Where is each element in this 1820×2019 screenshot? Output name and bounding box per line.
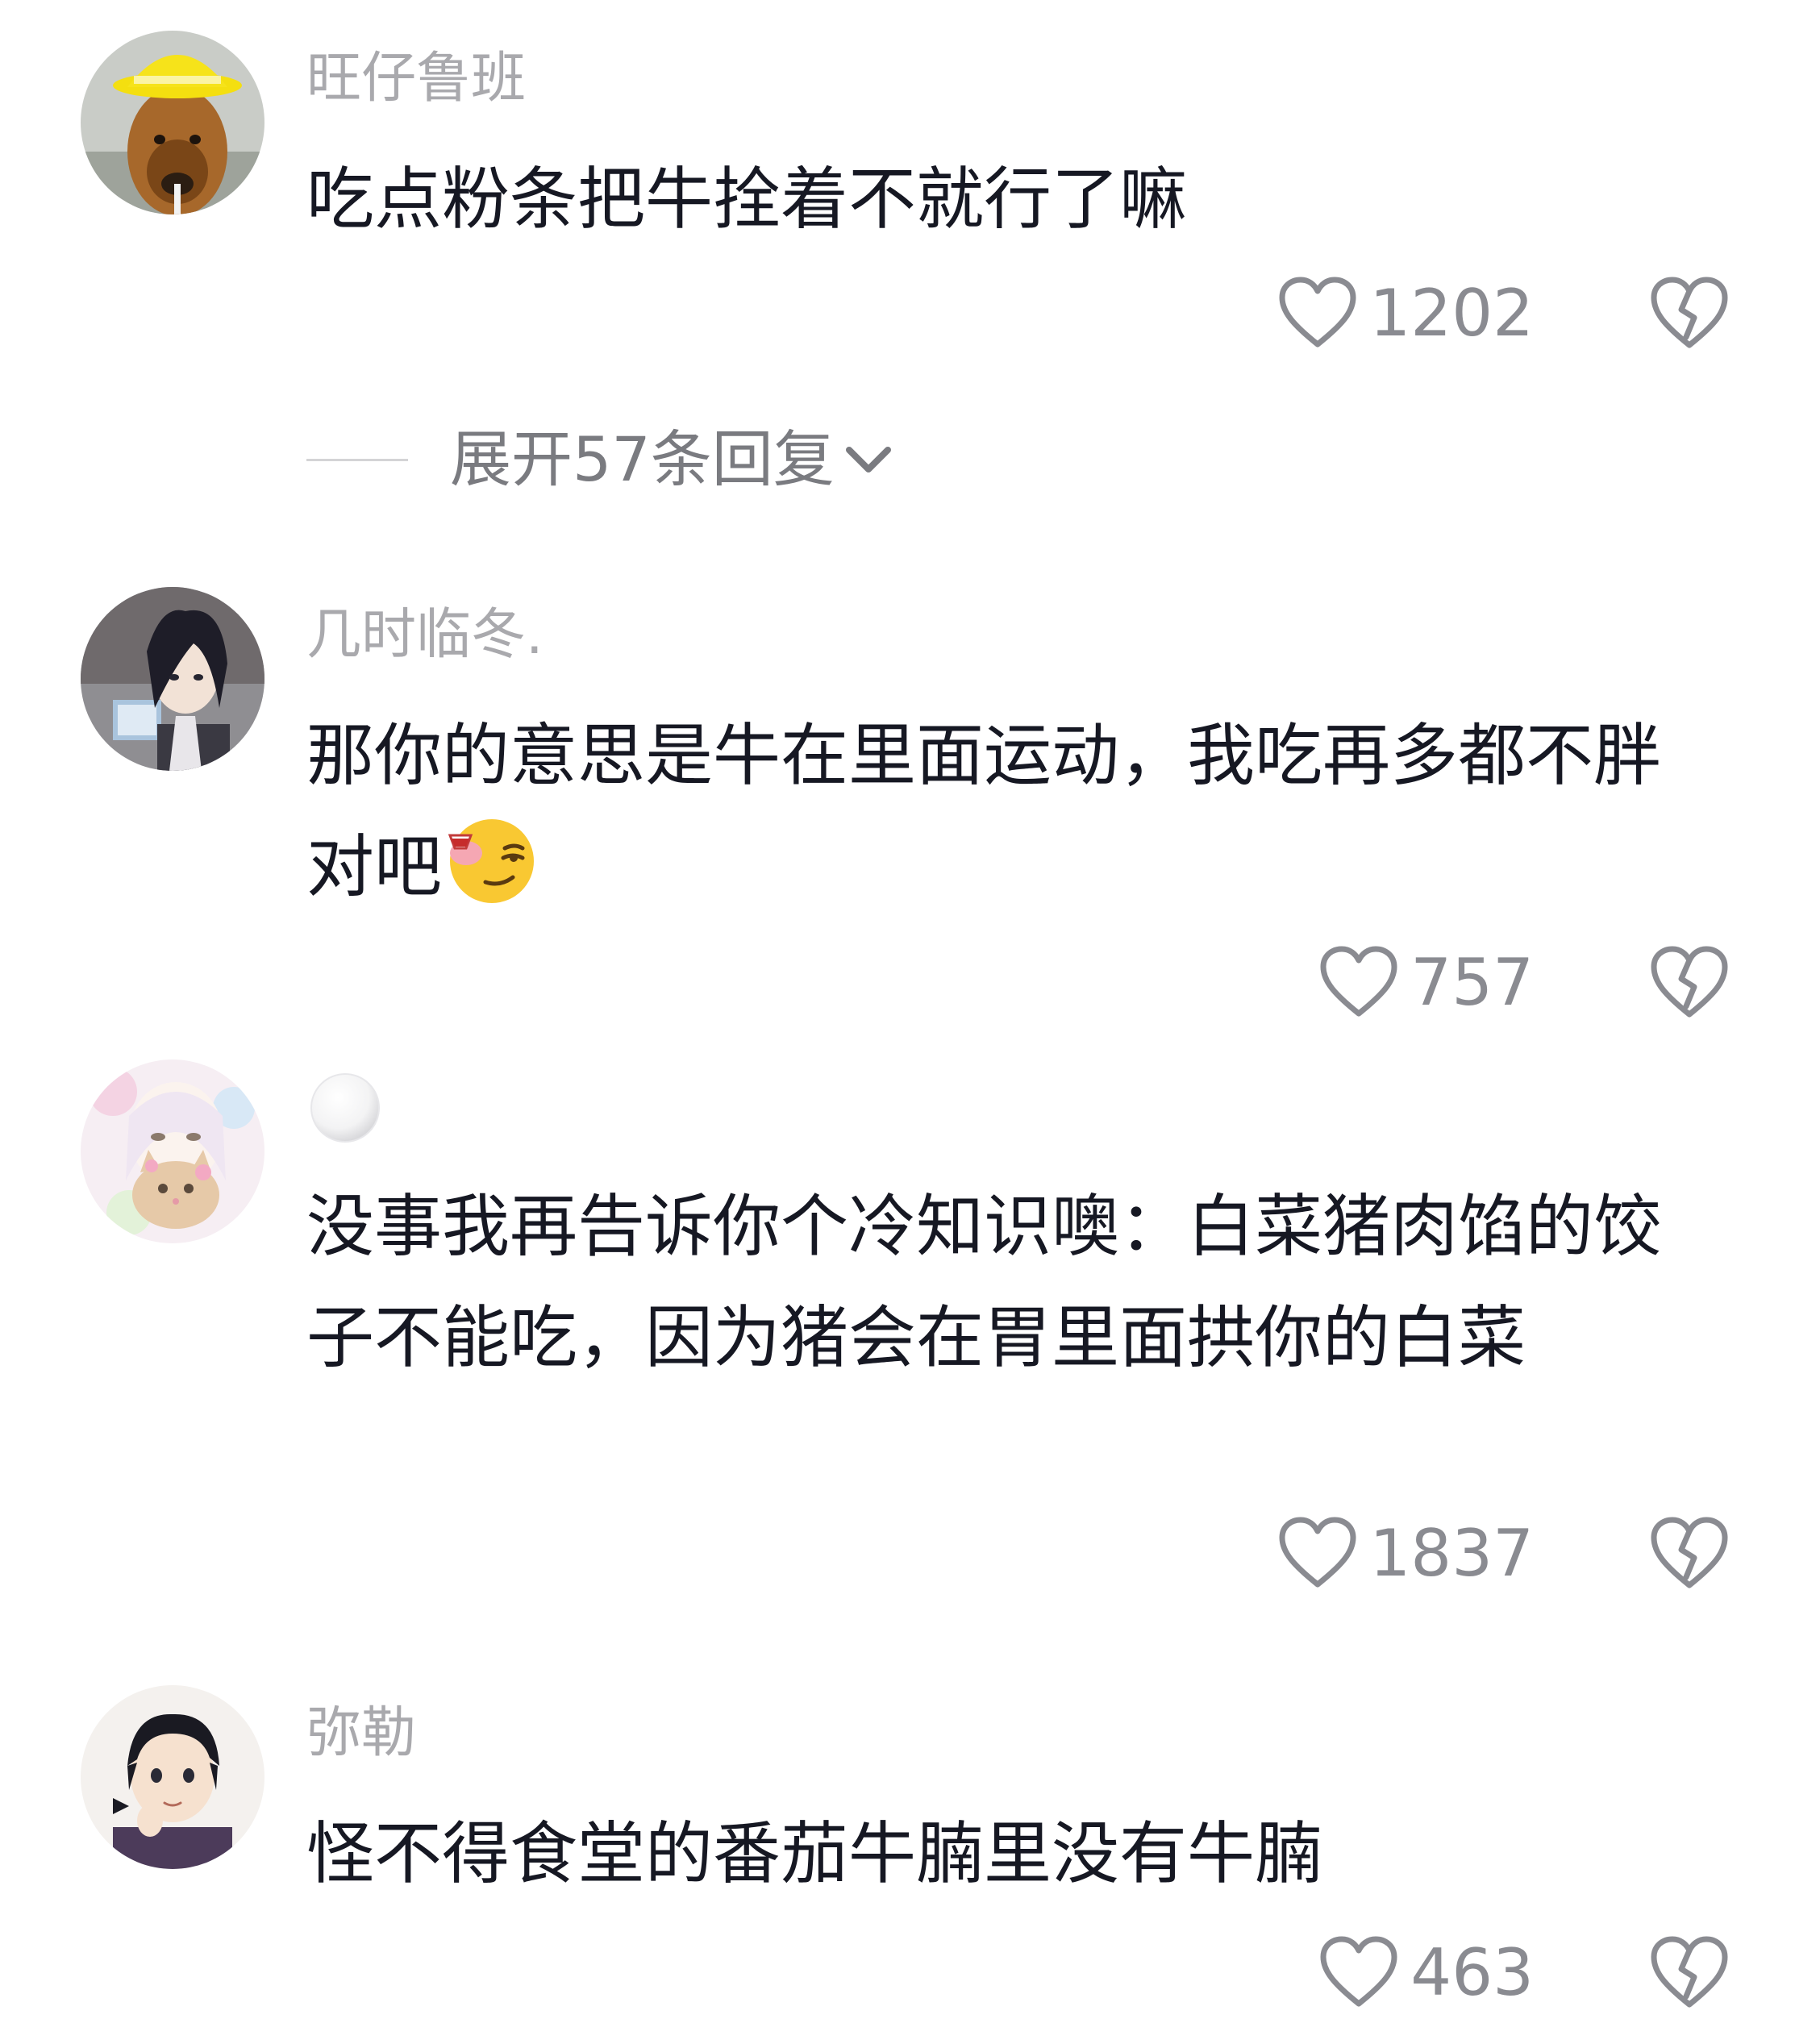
user-avatar[interactable]	[81, 1685, 264, 1869]
user-avatar[interactable]	[81, 587, 264, 771]
heart-outline-icon	[1279, 1517, 1356, 1588]
white-ball-icon[interactable]	[308, 1071, 382, 1145]
broken-heart-icon	[1651, 1517, 1728, 1588]
heart-outline-icon	[1279, 277, 1356, 348]
anime-boy-pose-avatar-icon	[81, 1685, 264, 1869]
comment-text: 吃点粉条把牛拴着不就行了嘛	[306, 160, 1188, 239]
dislike-button[interactable]	[1649, 942, 1730, 1022]
user-avatar[interactable]	[81, 1059, 264, 1243]
anime-boy-avatar-icon	[81, 587, 264, 771]
like-count: 463	[1410, 1935, 1534, 2010]
comment-text: 那你的意思是牛在里面运动，我吃再多都不胖对吧	[306, 700, 1693, 922]
heart-outline-icon	[1320, 1936, 1397, 2007]
like-count: 757	[1410, 945, 1534, 1020]
heart-outline-icon	[1320, 946, 1397, 1017]
chevron-down-icon	[845, 447, 891, 472]
comment-actions: 1837	[0, 1509, 1820, 1598]
expand-replies-button[interactable]: 展开57条回复	[306, 421, 898, 498]
comment-text: 没事我再告诉你个冷知识噢：白菜猪肉馅的饺子不能吃，因为猪会在胃里面拱你的白菜	[306, 1187, 1662, 1377]
expand-replies-label: 展开57条回复	[450, 423, 835, 495]
broken-heart-icon	[1651, 946, 1728, 1018]
username[interactable]: 旺仔鲁班	[306, 47, 526, 111]
pastel-girl-cat-avatar-icon	[81, 1059, 264, 1243]
comment-actions: 463	[0, 1929, 1820, 2017]
user-avatar[interactable]	[81, 31, 264, 214]
broken-heart-icon	[1651, 1936, 1728, 2008]
username[interactable]: 弥勒	[306, 1701, 416, 1766]
comment-actions: 1202	[0, 269, 1820, 358]
comment-text: 怪不得食堂的番茄牛腩里没有牛腩	[306, 1814, 1323, 1893]
smirk-wine-emoji-icon	[448, 819, 535, 903]
divider-line	[306, 458, 408, 461]
comment-actions: 757	[0, 939, 1820, 1027]
dog-with-hardhat-avatar-icon	[81, 31, 264, 214]
like-count: 1202	[1369, 276, 1534, 351]
username[interactable]: 几时临冬.	[306, 603, 544, 668]
broken-heart-icon	[1651, 277, 1728, 348]
like-button[interactable]: 1837	[1277, 1509, 1534, 1598]
like-button[interactable]: 1202	[1277, 269, 1534, 358]
dislike-button[interactable]	[1649, 273, 1730, 353]
like-count: 1837	[1369, 1516, 1534, 1591]
like-button[interactable]: 757	[1318, 939, 1534, 1027]
dislike-button[interactable]	[1649, 1513, 1730, 1593]
dislike-button[interactable]	[1649, 1932, 1730, 2013]
like-button[interactable]: 463	[1318, 1929, 1534, 2017]
